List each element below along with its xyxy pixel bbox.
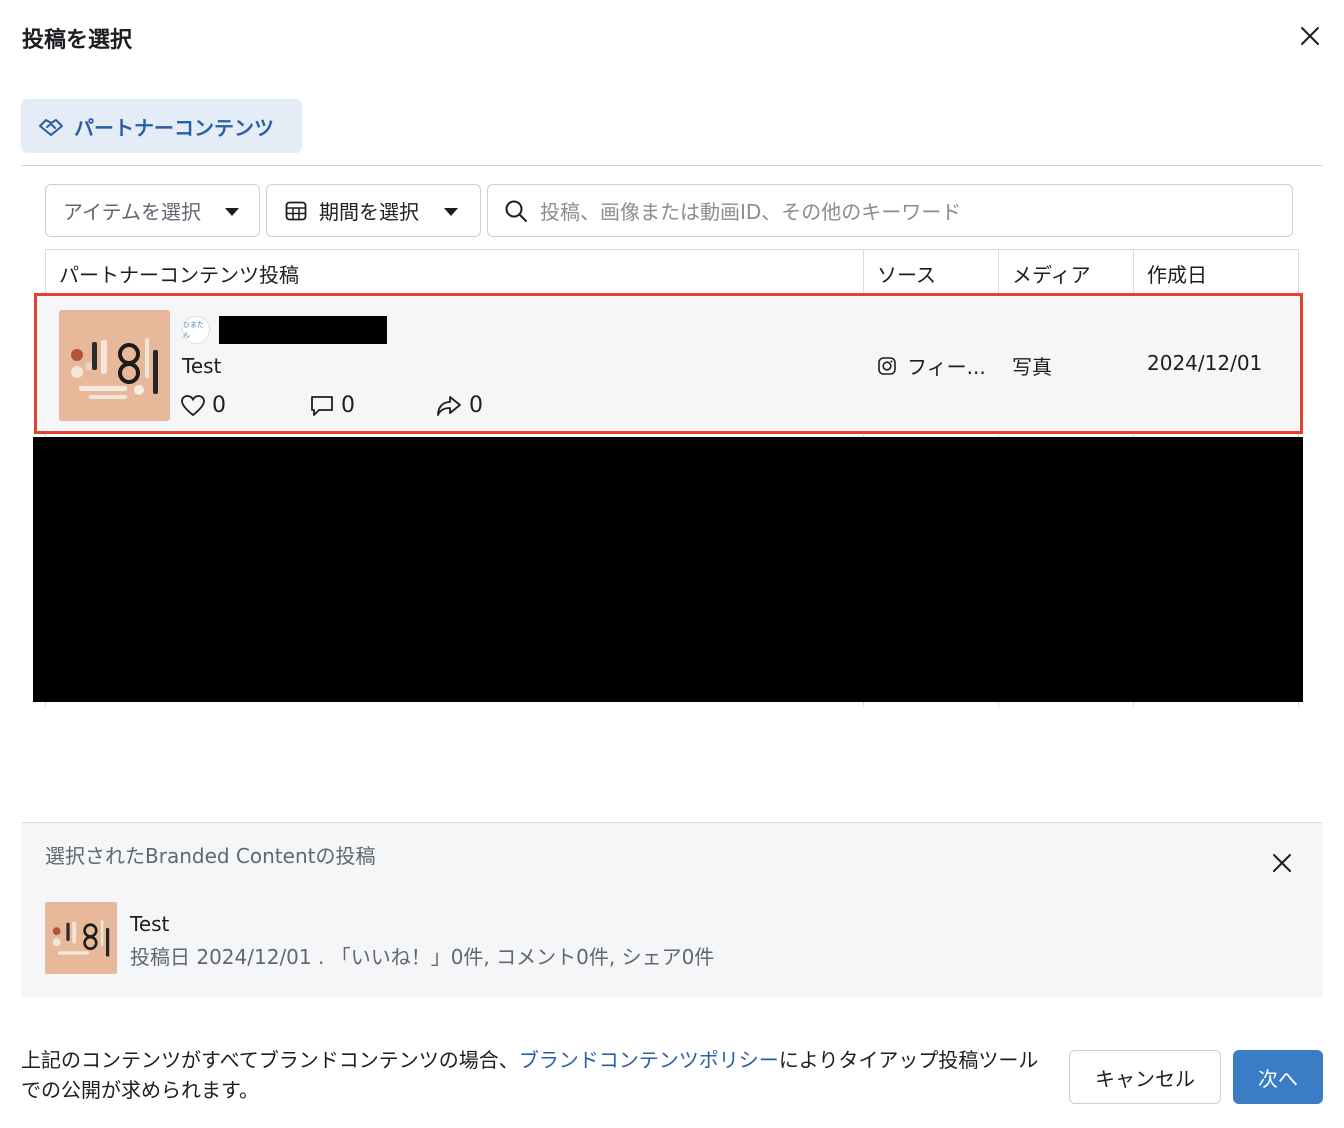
search-icon [505, 200, 527, 222]
footer-note: 上記のコンテンツがすべてブランドコンテンツの場合、ブランドコンテンツポリシーによ… [21, 1045, 1056, 1105]
avatar-text: ひまたん [183, 321, 204, 339]
branded-content-policy-link[interactable]: ブランドコンテンツポリシー [519, 1048, 779, 1072]
caret-down-icon [225, 208, 239, 216]
selected-post-thumbnail [45, 902, 117, 974]
tab-partner-content[interactable]: パートナーコンテンツ [21, 99, 302, 153]
redacted-account-name [219, 316, 387, 344]
item-select-label: アイテムを選択 [63, 200, 201, 224]
shares-stat: 0 [435, 393, 483, 418]
comments-stat: 0 [309, 393, 355, 418]
likes-stat: 0 [180, 393, 226, 418]
header-source[interactable]: ソース [864, 250, 999, 296]
tab-label: パートナーコンテンツ [74, 115, 274, 140]
share-icon [437, 395, 461, 416]
handshake-icon [39, 119, 63, 136]
redacted-rows [33, 437, 1303, 702]
media-cell: 写真 [1012, 355, 1052, 379]
close-icon[interactable] [1298, 24, 1322, 48]
source-label: フィー... [907, 355, 986, 379]
source-cell: フィー... [877, 351, 986, 380]
header-created[interactable]: 作成日 [1134, 250, 1300, 296]
header-media[interactable]: メディア [999, 250, 1134, 296]
instagram-icon [878, 356, 896, 375]
comments-count: 0 [341, 393, 355, 418]
post-thumbnail [59, 310, 170, 421]
divider [21, 165, 1323, 166]
item-select-dropdown[interactable]: アイテムを選択 [45, 184, 260, 237]
selected-post-meta: 投稿日 2024/12/01 . 「いいね！」0件, コメント0件, シェア0件 [130, 945, 715, 969]
next-button[interactable]: 次へ [1233, 1050, 1323, 1104]
header-partner-content[interactable]: パートナーコンテンツ投稿 [46, 250, 864, 296]
selected-post-panel: 選択されたBranded Contentの投稿 Test 投稿日 2024/12… [21, 822, 1323, 998]
period-select-dropdown[interactable]: 期間を選択 [266, 184, 481, 237]
footer-note-text: 上記のコンテンツがすべてブランドコンテンツの場合、 [21, 1048, 519, 1072]
caret-down-icon [444, 208, 458, 216]
search-field[interactable]: 投稿、画像または動画ID、その他のキーワード [487, 184, 1293, 237]
dialog-title: 投稿を選択 [22, 28, 133, 53]
heart-icon [181, 394, 205, 416]
shares-count: 0 [469, 393, 483, 418]
remove-selection-icon[interactable] [1271, 852, 1293, 874]
post-caption: Test [182, 354, 222, 378]
selected-panel-title: 選択されたBranded Contentの投稿 [45, 844, 376, 868]
calendar-icon [285, 201, 307, 220]
likes-count: 0 [212, 393, 226, 418]
created-date-cell: 2024/12/01 [1147, 351, 1263, 375]
avatar: ひまたん [182, 316, 210, 344]
search-input[interactable]: 投稿、画像または動画ID、その他のキーワード [540, 196, 961, 225]
period-select-label: 期間を選択 [319, 200, 419, 224]
selected-post-name: Test [130, 912, 170, 936]
cancel-button[interactable]: キャンセル [1069, 1050, 1221, 1104]
comment-icon [311, 395, 333, 416]
table-row[interactable]: ひまたん Test 0 0 0 フィー... 写真 2024/12/01 [34, 293, 1303, 434]
table-header: パートナーコンテンツ投稿 ソース メディア 作成日 [45, 249, 1299, 296]
